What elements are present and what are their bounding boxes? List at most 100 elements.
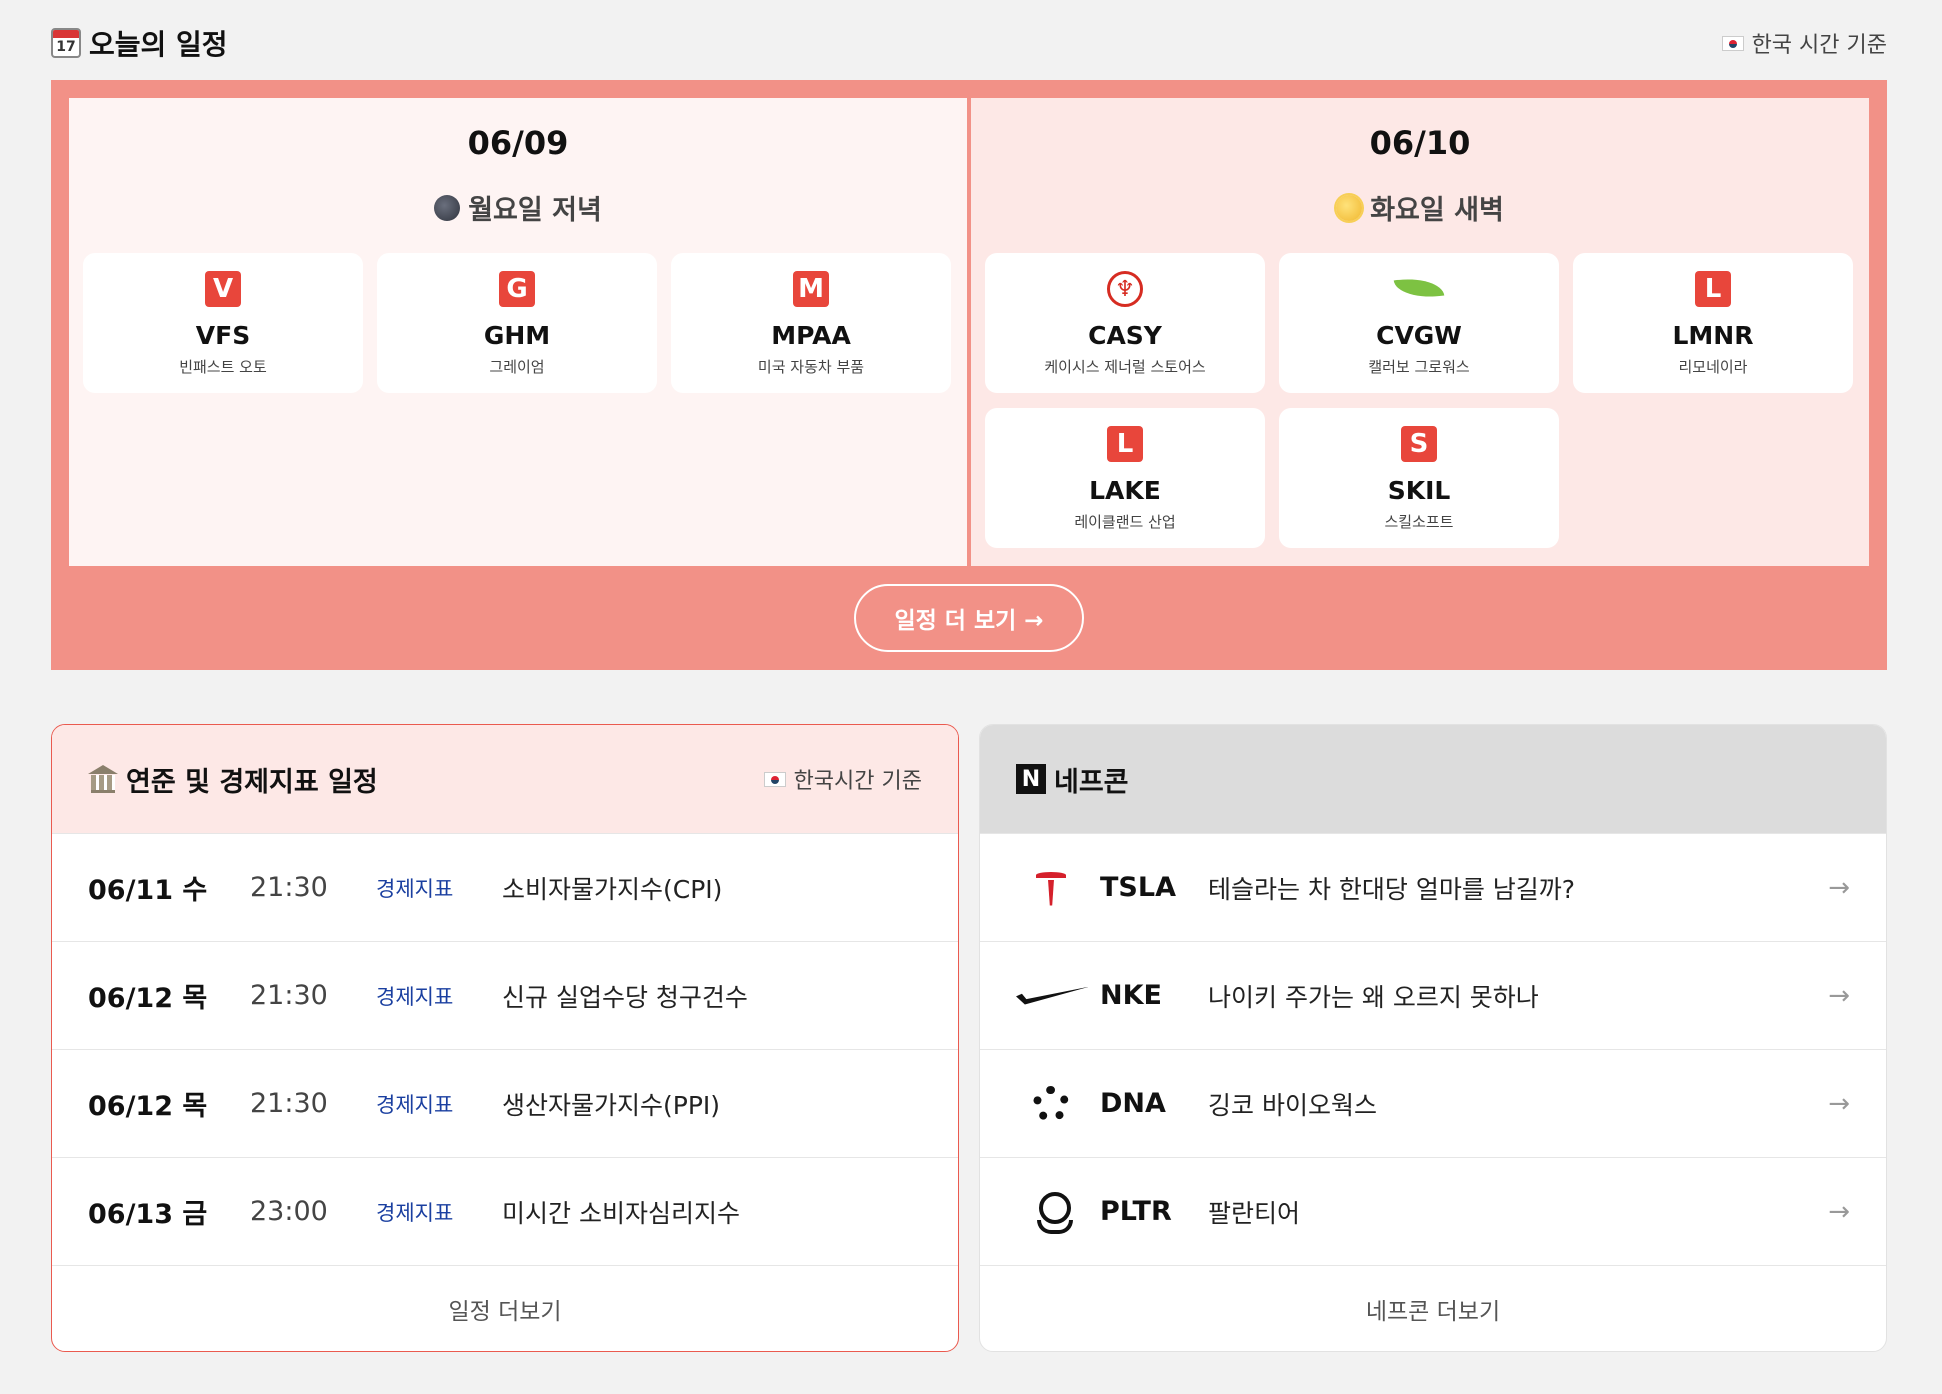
nepcon-item-nke[interactable]: NKE 나이키 주가는 왜 오르지 못하나 → [980,941,1886,1049]
event-name: 소비자물가지수(CPI) [502,874,723,904]
timezone-note: 한국 시간 기준 [1721,27,1887,59]
calendar-icon: 17 [51,28,81,58]
company-ticker: SKIL [1387,476,1451,505]
logo-cell [1016,983,1086,1009]
event-row[interactable]: 06/13 금 23:00 경제지표 미시간 소비자심리지수 [52,1157,958,1265]
palantir-logo-icon [1034,1191,1073,1234]
company-ticker: LAKE [1089,476,1161,505]
sun-icon [1336,194,1363,221]
tesla-logo-icon [1034,870,1068,906]
nepcon-logo-icon: N [1016,764,1046,794]
company-name: 캘러보 그로워스 [1368,358,1470,376]
arrow-right-icon: → [1828,872,1850,903]
moon-icon [434,194,461,221]
company-ticker: LMNR [1672,321,1754,350]
fed-timezone-note: 한국시간 기준 [763,763,922,795]
day-column-0609: 06/09 월요일 저녁 V VFS 빈패스트 오토 G GHM 그레이엄 M … [69,98,971,566]
fed-panel: 연준 및 경제지표 일정 한국시간 기준 06/11 수 21:30 경제지표 … [51,724,959,1352]
arrow-right-icon: → [1828,980,1850,1011]
company-ticker: VFS [195,321,251,350]
nike-swoosh-icon [1016,983,1086,1009]
nepcon-title: 나이키 주가는 왜 오르지 못하나 [1208,982,1539,1012]
logo-cell [1016,1191,1086,1234]
nepcon-ticker: TSLA [1100,872,1176,903]
timezone-note-text: 한국 시간 기준 [1751,33,1887,58]
event-name: 신규 실업수당 청구건수 [502,982,748,1012]
day-session-label: 화요일 새벽 [1370,195,1504,226]
korea-flag-icon [763,771,786,787]
event-date: 06/13 금 [88,1199,208,1230]
day-session-label: 월요일 저녁 [468,195,602,226]
nepcon-panel: N 네프콘 TSLA 테슬라는 차 한대당 얼마를 남길까? → NKE 나이키… [979,724,1887,1352]
fed-title-text: 연준 및 경제지표 일정 [126,766,378,798]
event-row[interactable]: 06/12 목 21:30 경제지표 생산자물가지수(PPI) [52,1049,958,1157]
calendar-day: 17 [56,39,76,55]
arrow-right-icon: → [1828,1196,1850,1227]
today-title: 17 오늘의 일정 [51,23,228,63]
event-row[interactable]: 06/11 수 21:30 경제지표 소비자물가지수(CPI) [52,833,958,941]
nepcon-item-pltr[interactable]: PLTR 팔란티어 → [980,1157,1886,1265]
company-name: 그레이엄 [489,358,545,376]
day-session: 월요일 저녁 [69,188,967,227]
company-card-lake[interactable]: L LAKE 레이클랜드 산업 [985,408,1265,548]
event-time: 21:30 [250,872,328,903]
lmnr-logo-icon: L [1695,271,1731,307]
nepcon-ticker: PLTR [1100,1196,1172,1227]
bank-icon [88,765,118,793]
company-card-cvgw[interactable]: CVGW 캘러보 그로워스 [1279,253,1559,393]
event-date: 06/12 목 [88,1091,208,1122]
nepcon-panel-title: N 네프콘 [1016,760,1129,799]
fed-panel-title: 연준 및 경제지표 일정 [88,760,378,799]
company-ticker: CASY [1088,321,1162,350]
company-ticker: MPAA [771,321,851,350]
company-card-skil[interactable]: S SKIL 스킬소프트 [1279,408,1559,548]
company-card-mpaa[interactable]: M MPAA 미국 자동차 부품 [671,253,951,393]
event-date: 06/12 목 [88,983,208,1014]
lake-logo-icon: L [1107,426,1143,462]
company-name: 빈패스트 오토 [179,358,267,376]
event-tag: 경제지표 [376,1200,454,1225]
logo-cell [1016,870,1086,906]
event-time: 21:30 [250,980,328,1011]
nepcon-more-link[interactable]: 네프콘 더보기 [980,1265,1886,1351]
event-date: 06/11 수 [88,875,208,906]
company-card-casy[interactable]: ♆ CASY 케이시스 제너럴 스토어스 [985,253,1265,393]
vfs-logo-icon: V [205,271,241,307]
nepcon-title: 팔란티어 [1208,1198,1301,1228]
ghm-logo-icon: G [499,271,535,307]
event-name: 미시간 소비자심리지수 [502,1198,740,1228]
arrow-right-icon: → [1828,1088,1850,1119]
nepcon-ticker: NKE [1100,980,1162,1011]
fed-panel-header: 연준 및 경제지표 일정 한국시간 기준 [52,725,958,833]
nepcon-item-dna[interactable]: DNA 깅코 바이오웍스 → [980,1049,1886,1157]
fed-timezone-text: 한국시간 기준 [793,769,922,794]
company-card-vfs[interactable]: V VFS 빈패스트 오토 [83,253,363,393]
fed-more-link[interactable]: 일정 더보기 [52,1265,958,1351]
day-column-0610: 06/10 화요일 새벽 ♆ CASY 케이시스 제너럴 스토어스 CVGW 캘… [971,98,1869,566]
company-name: 케이시스 제너럴 스토어스 [1044,358,1206,376]
company-ticker: GHM [483,321,551,350]
day-session: 화요일 새벽 [971,188,1869,227]
company-ticker: CVGW [1376,321,1462,350]
schedule-more-button[interactable]: 일정 더 보기 → [854,584,1084,652]
nepcon-item-tsla[interactable]: TSLA 테슬라는 차 한대당 얼마를 남길까? → [980,833,1886,941]
nepcon-title-text: 네프콘 [1054,766,1129,798]
skil-logo-icon: S [1401,426,1437,462]
nepcon-panel-header: N 네프콘 [980,725,1886,833]
event-name: 생산자물가지수(PPI) [502,1090,721,1120]
company-card-ghm[interactable]: G GHM 그레이엄 [377,253,657,393]
event-tag: 경제지표 [376,984,454,1009]
company-name: 미국 자동차 부품 [757,358,865,376]
nepcon-title: 깅코 바이오웍스 [1208,1090,1377,1120]
cvgw-leaf-logo-icon [1391,271,1447,307]
logo-cell [1016,1085,1086,1122]
event-tag: 경제지표 [376,1092,454,1117]
company-name: 리모네이라 [1678,358,1748,376]
day-date: 06/09 [467,124,569,162]
event-tag: 경제지표 [376,876,454,901]
mpaa-logo-icon: M [793,271,829,307]
event-time: 23:00 [250,1196,328,1227]
event-row[interactable]: 06/12 목 21:30 경제지표 신규 실업수당 청구건수 [52,941,958,1049]
company-card-lmnr[interactable]: L LMNR 리모네이라 [1573,253,1853,393]
day-date: 06/10 [1369,124,1471,162]
